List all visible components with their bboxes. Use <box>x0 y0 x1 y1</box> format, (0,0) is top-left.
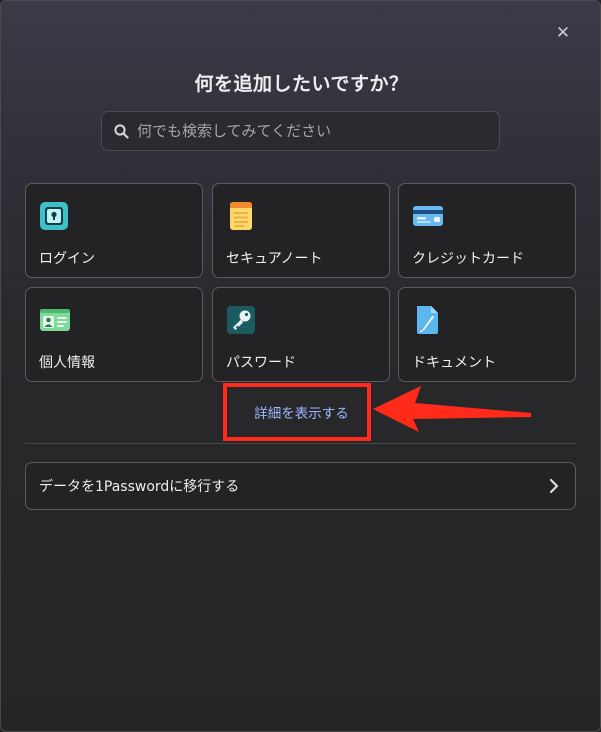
key-icon <box>227 306 255 334</box>
annotation-highlight-box <box>223 383 371 441</box>
item-identity[interactable]: 個人情報 <box>25 287 203 382</box>
add-item-dialog: ✕ 何を追加したいですか？ ログイン セキュアノート <box>0 0 601 732</box>
item-login[interactable]: ログイン <box>25 183 203 278</box>
item-password-label: パスワード <box>226 355 296 371</box>
item-document-label: ドキュメント <box>412 355 496 371</box>
search-input[interactable] <box>137 122 499 140</box>
item-credit-card-label: クレジットカード <box>412 251 524 267</box>
item-password[interactable]: パスワード <box>212 287 390 382</box>
dialog-title: 何を追加したいですか？ <box>194 73 409 95</box>
item-secure-note[interactable]: セキュアノート <box>212 183 390 278</box>
annotation-arrow-icon <box>373 386 531 432</box>
chevron-right-icon <box>549 478 559 494</box>
item-identity-label: 個人情報 <box>39 355 95 371</box>
credit-card-icon <box>413 206 443 226</box>
migrate-data-button[interactable]: データを1Passwordに移行する <box>25 462 576 510</box>
identity-card-icon <box>40 309 70 331</box>
document-icon <box>417 306 438 334</box>
divider <box>25 443 576 444</box>
item-credit-card[interactable]: クレジットカード <box>398 183 576 278</box>
close-button[interactable]: ✕ <box>553 23 573 43</box>
item-document[interactable]: ドキュメント <box>398 287 576 382</box>
item-login-label: ログイン <box>39 251 95 267</box>
close-icon: ✕ <box>555 23 571 43</box>
login-lock-icon <box>40 202 68 230</box>
item-secure-note-label: セキュアノート <box>226 251 323 267</box>
secure-note-icon <box>230 202 252 230</box>
migrate-data-label: データを1Passwordに移行する <box>39 479 240 495</box>
search-icon <box>114 123 129 139</box>
search-box[interactable] <box>101 111 500 151</box>
